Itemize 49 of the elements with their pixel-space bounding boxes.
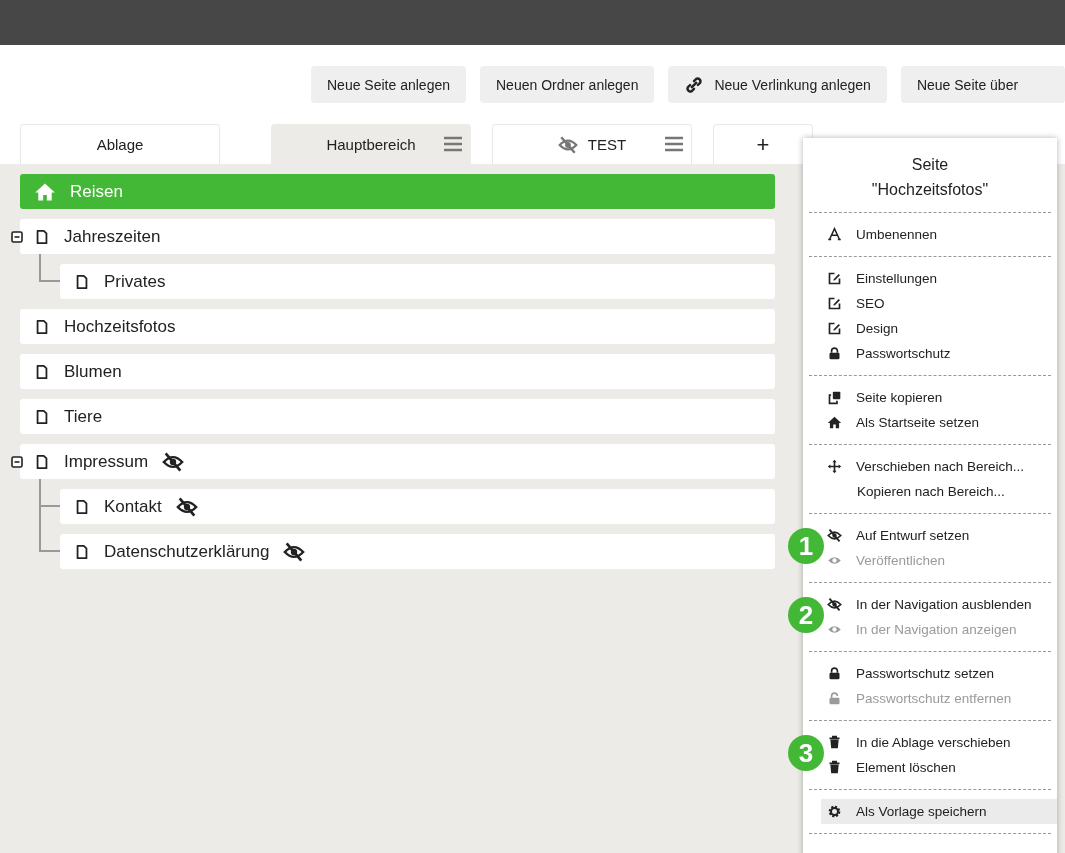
tree-item-label: Tiere bbox=[64, 406, 103, 427]
tree-item[interactable]: Jahreszeiten bbox=[20, 219, 775, 254]
tree-item[interactable]: Tiere bbox=[20, 399, 775, 434]
tree-item-label: Impressum bbox=[64, 451, 149, 472]
menu-item[interactable]: Als Vorlage speichern bbox=[821, 799, 1057, 824]
menu-item[interactable]: Einstellungen bbox=[821, 266, 1057, 291]
menu-title: Seite bbox=[910, 155, 950, 175]
tree-item-label: Privates bbox=[104, 271, 166, 292]
tab[interactable]: Hauptbereich bbox=[271, 124, 471, 164]
tree-item[interactable]: Kontakt bbox=[60, 489, 775, 524]
number-badge: 3 bbox=[788, 735, 824, 771]
tree-item-label: Reisen bbox=[70, 181, 123, 202]
tree-item[interactable]: Hochzeitsfotos bbox=[20, 309, 775, 344]
tab-label: + bbox=[756, 131, 770, 158]
menu-item[interactable]: Passwortschutz bbox=[821, 341, 1057, 366]
tree-item-label: Datenschutzerklärung bbox=[104, 541, 270, 562]
toolbar-button[interactable]: Neue Seite anlegen bbox=[311, 66, 466, 103]
menu-item[interactable]: Umbenennen bbox=[821, 222, 1057, 247]
tree-item[interactable]: Blumen bbox=[20, 354, 775, 389]
add-tab[interactable]: + bbox=[713, 124, 813, 164]
menu-item[interactable]: Seite kopieren bbox=[821, 385, 1057, 410]
tree-item[interactable]: Privates bbox=[60, 264, 775, 299]
menu-item[interactable]: Design bbox=[821, 316, 1057, 341]
menu-item[interactable]: Verschieben nach Bereich... bbox=[821, 454, 1057, 479]
tab-label: TEST bbox=[587, 136, 627, 153]
menu-item[interactable]: In der Navigation ausblenden bbox=[821, 592, 1057, 617]
menu-title: "Hochzeitsfotos" bbox=[870, 180, 990, 200]
toolbar-button[interactable]: Neuen Ordner anlegen bbox=[480, 66, 655, 103]
menu-item[interactable]: Kopieren nach Bereich... bbox=[821, 479, 1057, 504]
menu-item[interactable]: Element löschen bbox=[821, 755, 1057, 780]
tab-label: Ablage bbox=[96, 136, 144, 153]
menu-item[interactable]: Als Startseite setzen bbox=[821, 410, 1057, 435]
tree-item-label: Blumen bbox=[64, 361, 122, 382]
tree-item-label: Hochzeitsfotos bbox=[64, 316, 176, 337]
menu-item[interactable]: Auf Entwurf setzen bbox=[821, 523, 1057, 548]
tab[interactable]: Ablage bbox=[20, 124, 220, 164]
tree-item-label: Jahreszeiten bbox=[64, 226, 161, 247]
number-badge: 1 bbox=[788, 528, 824, 564]
menu-item[interactable]: Passwortschutz setzen bbox=[821, 661, 1057, 686]
tree-item[interactable]: Datenschutzerklärung bbox=[60, 534, 775, 569]
menu-item[interactable]: In die Ablage verschieben bbox=[821, 730, 1057, 755]
toolbar-button[interactable]: Neue Seite über bbox=[900, 66, 1065, 103]
number-badge: 2 bbox=[788, 597, 824, 633]
tree-item[interactable]: Impressum bbox=[20, 444, 775, 479]
toolbar-button[interactable]: Neue Verlinkung anlegen bbox=[668, 66, 887, 103]
menu-item[interactable]: SEO bbox=[821, 291, 1057, 316]
tab[interactable]: TEST bbox=[492, 124, 692, 164]
tab-label: Hauptbereich bbox=[326, 136, 416, 153]
tree-item-label: Kontakt bbox=[104, 496, 162, 517]
